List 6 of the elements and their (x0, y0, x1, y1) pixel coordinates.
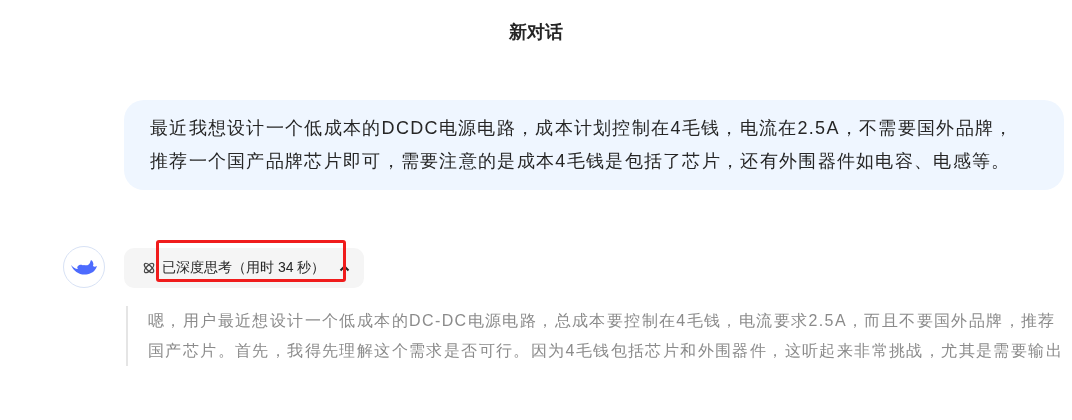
thought-text: 嗯，用户最近想设计一个低成本的DC-DC电源电路，总成本要控制在4毛钱，电流要求2.5A，而且不要国外品牌，推荐国产芯片。首先，我得先理解这个需求是否可行。因为4毛钱包括芯片和外围器件，这听起来非常挑战，尤其是需要输出 (126, 306, 1068, 366)
chat-title: 新对话 (508, 21, 564, 44)
user-message: 最近我想设计一个低成本的DCDC电源电路，成本计划控制在4毛钱，电流在2.5A，不需要国外品牌，推荐一个国产品牌芯片即可，需要注意的是成本4毛钱是包括了芯片，还有外围器件如电容、电感等。 (124, 100, 1064, 190)
atom-icon (142, 261, 156, 275)
thinking-label: 已深度思考（用时 34 秒） (162, 259, 326, 277)
thinking-toggle[interactable]: 已深度思考（用时 34 秒） (124, 248, 365, 288)
